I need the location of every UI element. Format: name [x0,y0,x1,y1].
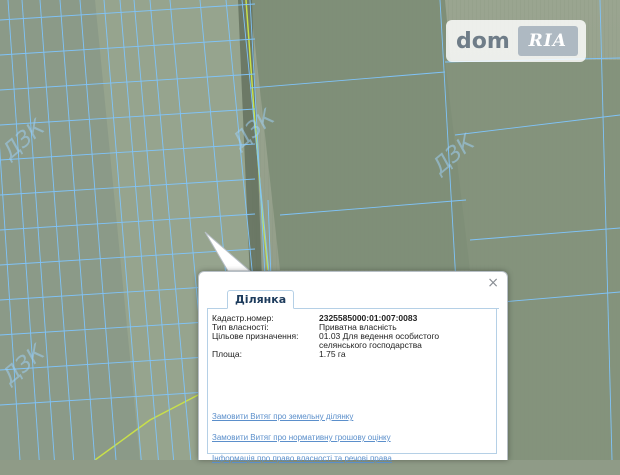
order-valuation-extract-link[interactable]: Замовити Витяг про нормативну грошову оц… [212,433,392,442]
order-parcel-extract-link[interactable]: Замовити Витяг про земельну ділянку [212,412,392,421]
watermark-brand: dom [456,28,510,54]
watermark-badge: RIA [517,26,578,56]
attribute-row: Площа: 1.75 га [212,350,489,359]
parcel-attributes: Кадастр.номер: 2325585000:01:007:0083 Ти… [212,314,489,359]
parcel-details-panel: Кадастр.номер: 2325585000:01:007:0083 Ти… [207,308,497,463]
popup-tabbar: Ділянка [207,288,499,309]
ownership-info-link[interactable]: Інформація про право власності та речові… [212,454,392,463]
domria-watermark: dom RIA [446,20,586,62]
parcel-area: 1.75 га [319,349,346,359]
attribute-key: Цільове призначення: [212,331,299,341]
attribute-row: Цільове призначення: 01.03 Для ведення о… [212,332,489,350]
parcel-info-popup: × Ділянка Кадастр.номер: 2325585000:01:0… [198,271,508,463]
tab-parcel[interactable]: Ділянка [227,290,295,309]
popup-links: Замовити Витяг про земельну ділянку Замо… [212,412,392,475]
attribute-key: Площа: [212,349,242,359]
land-purpose: 01.03 Для ведення особистого селянського… [319,331,440,350]
